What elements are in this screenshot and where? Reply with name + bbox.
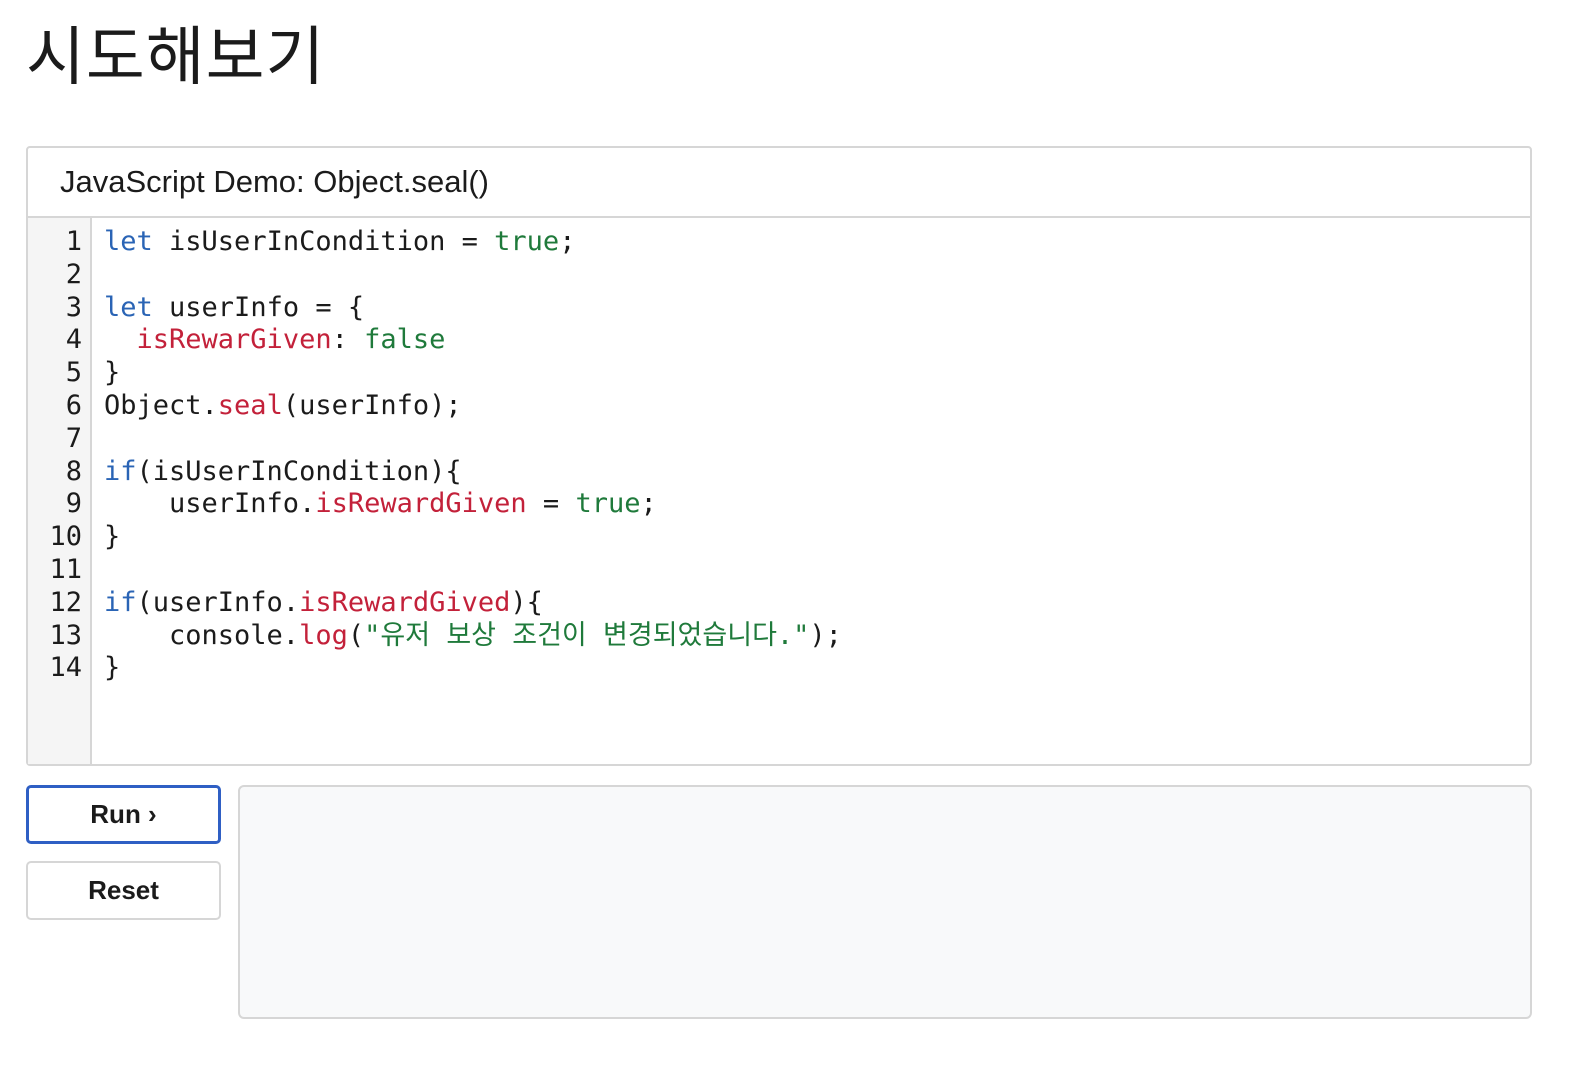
code-token: } <box>104 652 121 684</box>
code-token: : <box>331 324 365 356</box>
code-line: ​ <box>104 554 1530 587</box>
code-line: Object.seal(userInfo); <box>104 390 1530 423</box>
code-token: userInfo = { <box>152 291 365 323</box>
code-token: ; <box>640 488 657 520</box>
editor-body: 1 2 3 4 5 6 7 8 9 10 11 12 13 14 let isUserInConditio… <box>28 218 1530 764</box>
code-token: "유저 보상 조건이 변경되었습니다." <box>364 619 810 651</box>
console-output <box>238 785 1532 1019</box>
line-number: 12 <box>49 586 82 618</box>
code-token: } <box>104 521 121 553</box>
line-number: 9 <box>65 488 82 520</box>
code-line: isRewarGiven: false <box>104 324 1530 357</box>
code-token: ); <box>809 619 842 651</box>
line-number: 14 <box>49 652 82 684</box>
code-editor-panel: JavaScript Demo: Object.seal() 123456789… <box>26 146 1532 766</box>
line-number: 4 <box>65 324 82 356</box>
code-token: let <box>104 226 153 257</box>
code-token: isUserInCondition = <box>152 226 495 257</box>
code-line: let isUserInCondition = true; <box>104 226 1530 259</box>
line-number: 3 <box>65 291 82 323</box>
code-token: seal <box>217 389 283 421</box>
code-token: console. <box>104 619 300 651</box>
code-token: ( <box>347 619 365 651</box>
reset-button[interactable]: Reset <box>26 861 221 920</box>
line-number: 5 <box>65 357 82 389</box>
line-number-gutter: 1 2 3 4 5 6 7 8 9 10 11 12 13 14 <box>28 218 92 764</box>
code-line: ​ <box>104 259 1530 292</box>
line-number: 1 <box>65 226 82 257</box>
line-number: 7 <box>65 422 82 454</box>
run-button[interactable]: Run › <box>26 785 221 844</box>
code-token: ){ <box>510 586 543 618</box>
code-line: } <box>104 357 1530 390</box>
code-token: (userInfo); <box>282 389 462 421</box>
code-token: if <box>104 586 137 618</box>
code-token: true <box>494 226 560 257</box>
page: 시도해보기 JavaScript Demo: Object.seal() 123… <box>0 0 1592 1084</box>
code-line: if(userInfo.isRewardGived){ <box>104 587 1530 620</box>
line-number: 11 <box>49 553 82 585</box>
code-line: let userInfo = { <box>104 292 1530 325</box>
code-input[interactable]: let isUserInCondition = true;​let userIn… <box>92 218 1530 764</box>
line-number: 2 <box>65 258 82 290</box>
code-token: isRewarGiven <box>136 324 332 356</box>
code-line: userInfo.isRewardGiven = true; <box>104 488 1530 521</box>
page-title: 시도해보기 <box>26 21 326 95</box>
code-line: ​ <box>104 423 1530 456</box>
code-token: (isUserInCondition){ <box>136 455 462 487</box>
code-line: if(isUserInCondition){ <box>104 456 1530 489</box>
code-token: let <box>104 291 153 323</box>
code-token: = <box>526 488 576 520</box>
code-token: false <box>364 324 446 356</box>
code-token: isRewardGiven <box>315 488 527 520</box>
code-token: if <box>104 455 137 487</box>
code-token: log <box>299 619 348 651</box>
line-number: 13 <box>49 619 82 651</box>
code-line: } <box>104 652 1530 685</box>
editor-header: JavaScript Demo: Object.seal() <box>28 148 1530 218</box>
line-number: 6 <box>65 389 82 421</box>
code-line: } <box>104 521 1530 554</box>
code-token: true <box>575 488 641 520</box>
code-token: userInfo. <box>104 488 316 520</box>
code-token: Object. <box>104 389 218 421</box>
code-token: } <box>104 357 121 389</box>
line-number: 10 <box>49 521 82 553</box>
code-line: console.log("유저 보상 조건이 변경되었습니다."); <box>104 620 1530 653</box>
code-token: (userInfo. <box>136 586 300 618</box>
code-token: isRewardGived <box>299 586 511 618</box>
code-token: ; <box>559 226 576 257</box>
line-number: 8 <box>65 455 82 487</box>
